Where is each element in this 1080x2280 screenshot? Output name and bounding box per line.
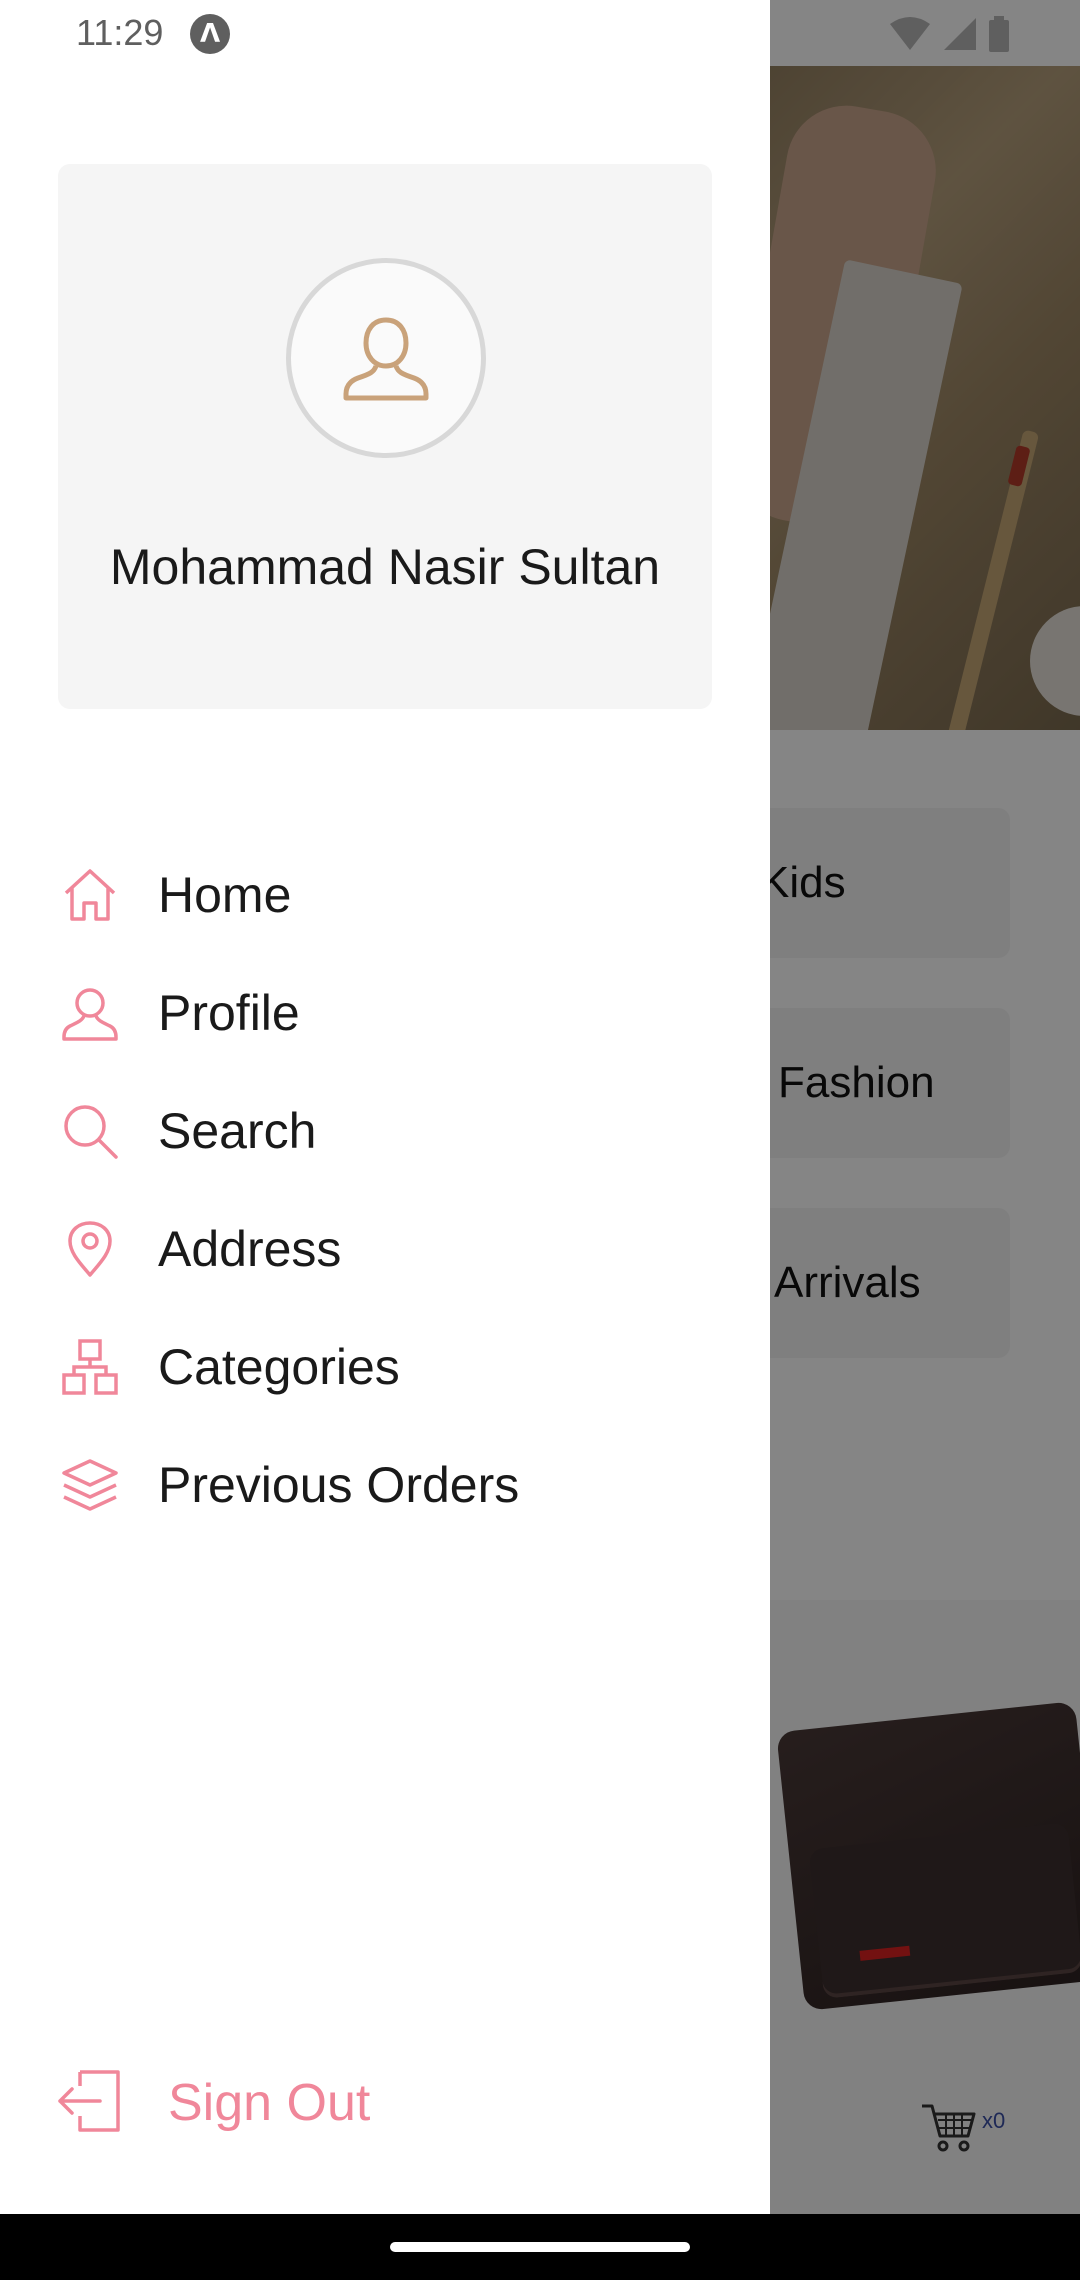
sign-out-button[interactable]: Sign Out [56,2058,556,2148]
system-nav-bar [0,2214,1080,2280]
menu-label: Address [158,1221,342,1277]
wifi-icon [890,17,930,50]
menu-item-home[interactable]: Home [58,850,718,940]
app-notification-icon: Λ [190,14,230,54]
user-icon [58,981,122,1045]
profile-card[interactable]: Mohammad Nasir Sultan [58,164,712,709]
user-name: Mohammad Nasir Sultan [109,539,661,595]
sign-out-icon [56,2068,122,2138]
menu-item-profile[interactable]: Profile [58,968,718,1058]
menu-label: Search [158,1103,317,1159]
menu-item-search[interactable]: Search [58,1086,718,1176]
status-time: 11:29 [76,12,164,53]
sign-out-label: Sign Out [168,2074,371,2132]
menu-label: Profile [158,985,300,1041]
menu-item-categories[interactable]: Categories [58,1322,718,1412]
menu-label: Previous Orders [158,1457,520,1513]
layers-icon [58,1453,122,1517]
menu-item-address[interactable]: Address [58,1204,718,1294]
screen: Kids Fashion Arrivals x0 11:29 Λ Mohamma… [0,0,1080,2280]
status-bar: 11:29 Λ [0,0,1080,66]
menu-label: Home [158,867,292,923]
avatar[interactable] [286,258,486,458]
navigation-drawer: Mohammad Nasir Sultan Home Profile Searc… [0,0,770,2214]
location-pin-icon [58,1217,122,1281]
home-gesture-bar[interactable] [390,2242,690,2252]
categories-icon [58,1335,122,1399]
status-icons [888,14,1010,54]
menu-label: Categories [158,1339,400,1395]
signal-icon [944,18,976,50]
home-icon [58,863,122,927]
menu-item-previous-orders[interactable]: Previous Orders [58,1440,718,1530]
search-icon [58,1099,122,1163]
user-outline-icon [343,317,429,401]
battery-icon [989,16,1009,52]
